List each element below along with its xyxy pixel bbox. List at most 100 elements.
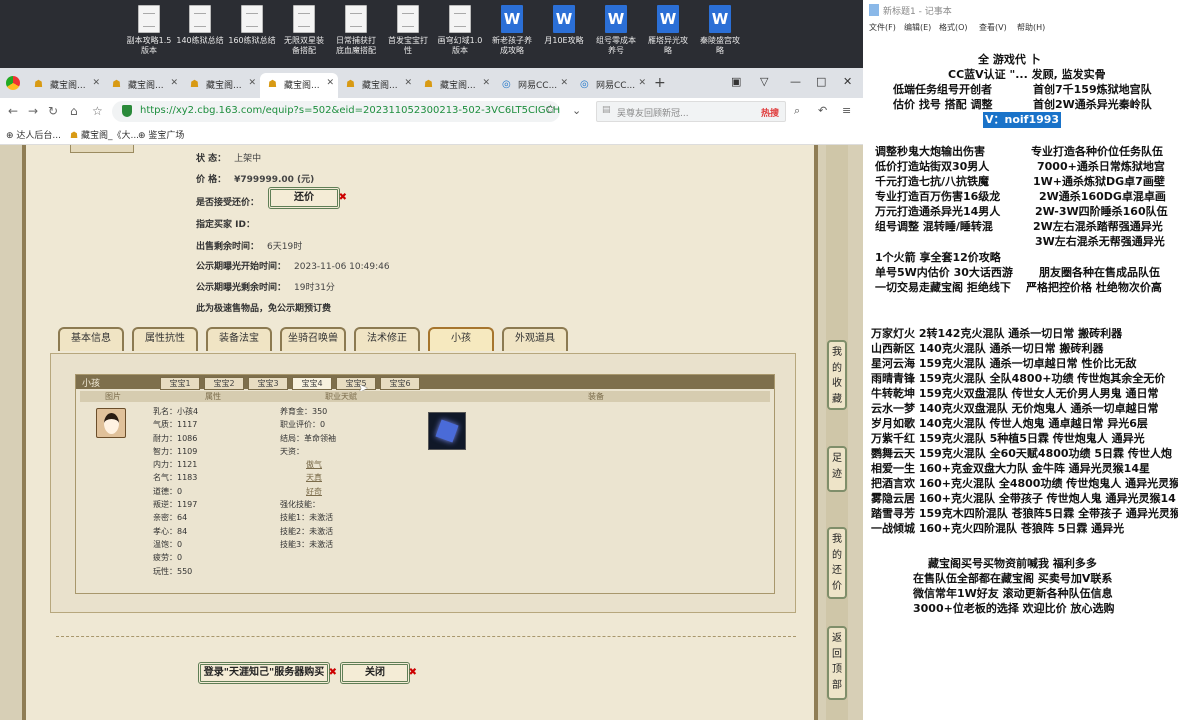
desktop-file-icon[interactable]: 无限双星装 备搭配 bbox=[275, 5, 333, 56]
baby-tab[interactable]: 宝宝1 bbox=[160, 377, 200, 390]
baby-tab[interactable]: 宝宝3 bbox=[248, 377, 288, 390]
my-bargain-button[interactable]: 我的还价 bbox=[827, 527, 847, 599]
hot-search-label[interactable]: 热搜 bbox=[761, 106, 779, 119]
pin-icon[interactable]: ▽ bbox=[760, 75, 768, 88]
tab-close-icon[interactable]: ✕ bbox=[560, 78, 568, 88]
notepad-menu-item[interactable]: 编辑(E) bbox=[904, 22, 931, 33]
notepad-line: 云水一梦 140克火双盘混队 无价炮鬼人 通杀一切卓越日常 bbox=[871, 402, 1159, 415]
notepad-menu-item[interactable]: 文件(F) bbox=[869, 22, 896, 33]
close-window-button[interactable]: ✕ bbox=[843, 75, 852, 88]
bargain-button[interactable]: 还价 ✖ bbox=[268, 187, 347, 209]
close-button[interactable]: 关闭 ✖ bbox=[340, 662, 417, 684]
favorite-icon[interactable]: ☆ bbox=[92, 104, 103, 118]
notepad-menu-item[interactable]: 格式(O) bbox=[939, 22, 968, 33]
tab-close-icon[interactable]: ✕ bbox=[326, 78, 334, 88]
my-favorites-button[interactable]: 我的收藏 bbox=[827, 340, 847, 410]
baby-tab[interactable]: 宝宝6 bbox=[380, 377, 420, 390]
desktop-file-icon[interactable]: W 秦陵盛宫攻略 bbox=[691, 5, 749, 56]
buy-server-button[interactable]: 登录"天涯知己"服务器购买 ✖ bbox=[198, 662, 337, 684]
desktop-file-icon[interactable]: W 雁塔异光攻略 bbox=[639, 5, 697, 56]
notepad-line: 微信常年1W好友 滚动更新各种队伍信息 bbox=[913, 587, 1113, 600]
tab-close-icon[interactable]: ✕ bbox=[248, 78, 256, 88]
desktop-file-icon[interactable]: W 组号零成本 养号 bbox=[587, 5, 645, 56]
dropdown-icon[interactable]: ⌄ bbox=[572, 104, 581, 117]
browser-logo-icon[interactable] bbox=[6, 76, 20, 90]
tab-close-icon[interactable]: ✕ bbox=[638, 78, 646, 88]
browser-window: ☗ 藏宝阁... ✕ ☗ 藏宝阁... ✕ ☗ 藏宝阁... ✕ ☗ 藏宝阁... ✕ ☗ 藏宝阁... ✕… bbox=[0, 68, 863, 720]
notepad-text[interactable]: 全 游戏代 卜 CC蓝V认证 "... 发顾, 监发实骨 低端任务组号开创者 首创7千… bbox=[863, 36, 1178, 720]
minimize-button[interactable]: — bbox=[790, 75, 801, 88]
panel-tab[interactable]: 属性抗性 bbox=[132, 327, 198, 351]
desktop-file-icon[interactable]: W 新老孩子养 成攻略 bbox=[483, 5, 541, 56]
desktop-file-label: 雁塔异光攻略 bbox=[648, 36, 688, 55]
tab-close-icon[interactable]: ✕ bbox=[482, 78, 490, 88]
stat-line: 名气：1183 bbox=[153, 473, 198, 483]
panel-tab[interactable]: 法术修正 bbox=[354, 327, 420, 351]
browser-tab[interactable]: ☗ 藏宝阁... ✕ bbox=[260, 73, 338, 98]
equipment-item-icon[interactable] bbox=[428, 412, 466, 450]
stat-line: 技能1：未激活 bbox=[280, 513, 334, 523]
baby-tab[interactable]: 宝宝2 bbox=[204, 377, 244, 390]
panel-tab[interactable]: 装备法宝 bbox=[206, 327, 272, 351]
maximize-button[interactable]: □ bbox=[816, 75, 826, 88]
cbg-icon: ☗ bbox=[190, 79, 199, 90]
word-doc-icon: W bbox=[657, 5, 679, 33]
bookmark-item[interactable]: ⊕ 鉴宝广场 bbox=[138, 128, 184, 141]
footprint-button[interactable]: 足迹 bbox=[827, 446, 847, 492]
desktop-file-icon[interactable]: 160练狱总结 bbox=[223, 5, 281, 46]
talent-link[interactable]: 傲气 bbox=[280, 458, 336, 471]
browser-tab[interactable]: ◎ 网易CC... ✕ bbox=[572, 73, 650, 98]
browser-tab[interactable]: ☗ 藏宝阁... ✕ bbox=[26, 73, 104, 98]
new-tab-button[interactable]: + bbox=[654, 76, 666, 90]
desktop-file-icon[interactable]: 副本攻略1.5 版本 bbox=[120, 5, 178, 56]
desktop-file-icon[interactable]: 画穹幻域1.0 版本 bbox=[431, 5, 489, 56]
refresh-icon[interactable]: ↻ bbox=[48, 104, 58, 118]
notepad-menu-item[interactable]: 帮助(H) bbox=[1017, 22, 1045, 33]
home-icon[interactable]: ⌂ bbox=[70, 104, 78, 118]
tab-close-icon[interactable]: ✕ bbox=[404, 78, 412, 88]
browser-tab[interactable]: ◎ 网易CC... ✕ bbox=[494, 73, 572, 98]
talent-link[interactable]: 天真 bbox=[280, 471, 336, 484]
desktop-file-icon[interactable]: 首发宝宝打性 bbox=[379, 5, 437, 56]
browser-tab[interactable]: ☗ 藏宝阁... ✕ bbox=[338, 73, 416, 98]
bookmark-star-icon[interactable]: ☆ bbox=[545, 102, 556, 116]
forward-icon[interactable]: → bbox=[28, 104, 38, 118]
baby-tab[interactable]: 宝宝4 bbox=[292, 377, 332, 390]
desktop-file-icon[interactable]: W 月10E攻略 bbox=[535, 5, 593, 46]
undo-icon[interactable]: ↶ bbox=[818, 104, 827, 117]
browser-tab[interactable]: ☗ 藏宝阁... ✕ bbox=[104, 73, 182, 98]
bookmark-item[interactable]: ☗ 藏宝阁_《大... bbox=[70, 128, 139, 141]
notepad-line: 低价打造站街双30男人 bbox=[875, 160, 990, 173]
stat-line: 内力：1121 bbox=[153, 460, 198, 470]
tab-list-icon[interactable]: ▣ bbox=[731, 75, 741, 88]
notepad-line: 岁月如歌 140克火混队 传世人炮鬼 通卓越日常 异光6层 bbox=[871, 417, 1148, 430]
notepad-menu-item[interactable]: 查看(V) bbox=[979, 22, 1007, 33]
browser-tab[interactable]: ☗ 藏宝阁... ✕ bbox=[416, 73, 494, 98]
panel-tab[interactable]: 基本信息 bbox=[58, 327, 124, 351]
tab-close-icon[interactable]: ✕ bbox=[92, 78, 100, 88]
browser-tab[interactable]: ☗ 藏宝阁... ✕ bbox=[182, 73, 260, 98]
search-icon[interactable]: ⌕ bbox=[794, 104, 800, 118]
desktop-file-icon[interactable]: 140练狱总结 bbox=[171, 5, 229, 46]
notepad-line: CC蓝V认证 "... 发顾, 监发实骨 bbox=[948, 68, 1106, 81]
notepad-line: 专业打造各种价位任务队伍 bbox=[1031, 145, 1163, 158]
baby-tab[interactable]: 宝宝5 bbox=[336, 377, 376, 390]
notepad-line: 2W左右混杀踏帮强通异光 bbox=[1033, 220, 1163, 233]
notepad-line: 雨晴青锋 159克火混队 全队4800+功绩 传世炮其余全无价 bbox=[871, 372, 1166, 385]
panel-tab[interactable]: 坐骑召唤兽 bbox=[280, 327, 346, 351]
stat-line: 养育金：350 bbox=[280, 407, 328, 416]
url-input[interactable]: https://xy2.cbg.163.com/equip?s=502&eid=… bbox=[112, 101, 560, 122]
back-icon[interactable]: ← bbox=[8, 104, 18, 118]
panel-tab[interactable]: 小孩 bbox=[428, 327, 494, 351]
menu-icon[interactable]: ≡ bbox=[842, 104, 851, 117]
notepad-titlebar: 新标题1 - 记事本 bbox=[863, 0, 1178, 20]
desktop-file-icon[interactable]: 日常捕获打 底血魔搭配 bbox=[327, 5, 385, 56]
tab-close-icon[interactable]: ✕ bbox=[170, 78, 178, 88]
col-attr: 属性 bbox=[205, 392, 221, 401]
talent-link[interactable]: 好奇 bbox=[280, 485, 336, 498]
desktop-file-label: 副本攻略1.5 版本 bbox=[126, 36, 172, 55]
panel-tab[interactable]: 外观道具 bbox=[502, 327, 568, 351]
bookmark-item[interactable]: ⊕ 达人后台... bbox=[6, 128, 61, 141]
search-input[interactable]: ▤ 吴尊友回顾新冠... 热搜 bbox=[596, 101, 786, 122]
back-to-top-button[interactable]: 返回顶部 bbox=[827, 626, 847, 700]
